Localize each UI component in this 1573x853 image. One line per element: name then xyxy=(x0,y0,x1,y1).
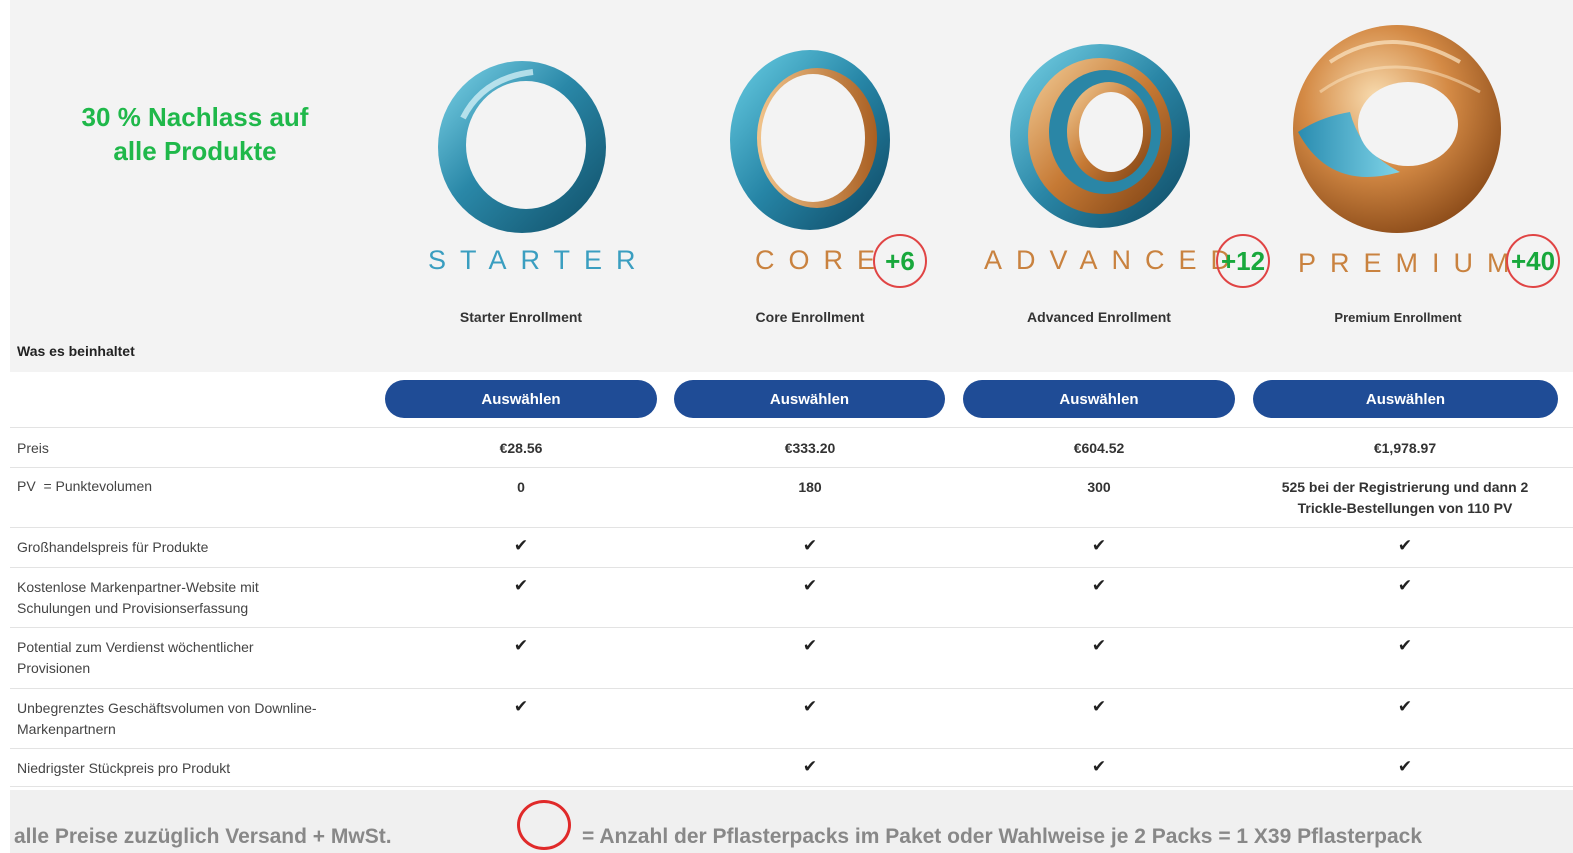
advanced-badge: +12 xyxy=(1216,234,1270,288)
advanced-ring-logo xyxy=(1010,44,1190,228)
price-advanced: €604.52 xyxy=(1073,440,1125,456)
premium-ring-logo xyxy=(1293,25,1501,233)
core-badge: +6 xyxy=(873,234,927,288)
select-premium-button[interactable]: Auswählen xyxy=(1253,380,1558,418)
row-divider xyxy=(10,627,1573,628)
premium-enrollment-label: Premium Enrollment xyxy=(1334,310,1462,325)
row-label-weekly: Potential zum Verdienst wöchentlicher Pr… xyxy=(17,639,254,676)
check-icon: ✔ xyxy=(1091,536,1107,555)
row-divider xyxy=(10,748,1573,749)
check-icon: ✔ xyxy=(1397,697,1413,716)
check-icon: ✔ xyxy=(802,536,818,555)
starter-enrollment-label: Starter Enrollment xyxy=(459,309,583,325)
check-icon: ✔ xyxy=(1091,636,1107,655)
pv-premium: 525 bei der Registrierung und dann 2 Tri… xyxy=(1281,479,1529,516)
select-core-button[interactable]: Auswählen xyxy=(674,380,945,418)
select-starter-button[interactable]: Auswählen xyxy=(385,380,657,418)
check-icon: ✔ xyxy=(513,536,529,555)
check-icon: ✔ xyxy=(802,757,818,776)
row-divider xyxy=(10,427,1573,428)
check-icon: ✔ xyxy=(1397,576,1413,595)
check-icon: ✔ xyxy=(1091,697,1107,716)
premium-logo-text: PREMIUM xyxy=(1298,248,1524,278)
row-label-website: Kostenlose Markenpartner-Website mit Sch… xyxy=(17,579,259,616)
row-divider xyxy=(10,527,1573,528)
price-starter: €28.56 xyxy=(499,440,543,456)
row-label-lowest: Niedrigster Stückpreis pro Produkt xyxy=(17,760,231,776)
footer-note-packs: = Anzahl der Pflasterpacks im Paket oder… xyxy=(582,825,1423,848)
check-icon: ✔ xyxy=(1091,576,1107,595)
check-icon: ✔ xyxy=(802,697,818,716)
check-icon: ✔ xyxy=(802,636,818,655)
check-icon: ✔ xyxy=(513,697,529,716)
check-icon: ✔ xyxy=(1397,757,1413,776)
red-circle-legend-icon xyxy=(517,800,571,850)
core-enrollment-label: Core Enrollment xyxy=(755,309,865,325)
check-icon: ✔ xyxy=(513,636,529,655)
row-label-unlimited: Unbegrenztes Geschäftsvolumen von Downli… xyxy=(17,700,317,737)
row-divider xyxy=(10,688,1573,689)
pv-core: 180 xyxy=(798,479,822,495)
core-ring-logo xyxy=(730,50,890,230)
advanced-logo-text: ADVANCED xyxy=(984,245,1245,275)
pv-advanced: 300 xyxy=(1087,479,1111,495)
check-icon: ✔ xyxy=(1397,636,1413,655)
footer-note-prices: alle Preise zuzüglich Versand + MwSt. xyxy=(14,825,392,848)
promo-headline: 30 % Nachlass auf alle Produkte xyxy=(81,102,309,166)
row-divider xyxy=(10,467,1573,468)
core-logo-text: CORE xyxy=(755,245,890,275)
starter-logo-text: STARTER xyxy=(428,245,650,275)
includes-label: Was es beinhaltet xyxy=(17,343,135,359)
row-label-wholesale: Großhandelspreis für Produkte xyxy=(17,539,209,555)
advanced-enrollment-label: Advanced Enrollment xyxy=(1027,309,1171,325)
price-core: €333.20 xyxy=(784,440,836,456)
premium-badge: +40 xyxy=(1506,234,1560,288)
check-icon: ✔ xyxy=(1397,536,1413,555)
pv-starter: 0 xyxy=(517,479,525,495)
price-premium: €1,978.97 xyxy=(1373,440,1437,456)
check-icon: ✔ xyxy=(802,576,818,595)
row-divider xyxy=(10,786,1573,787)
check-icon: ✔ xyxy=(1091,757,1107,776)
select-advanced-button[interactable]: Auswählen xyxy=(963,380,1235,418)
check-icon: ✔ xyxy=(513,576,529,595)
row-label-price: Preis xyxy=(17,440,49,456)
starter-ring-logo xyxy=(438,61,606,233)
row-divider xyxy=(10,567,1573,568)
row-label-pv: PV = Punktevolumen xyxy=(17,478,153,494)
